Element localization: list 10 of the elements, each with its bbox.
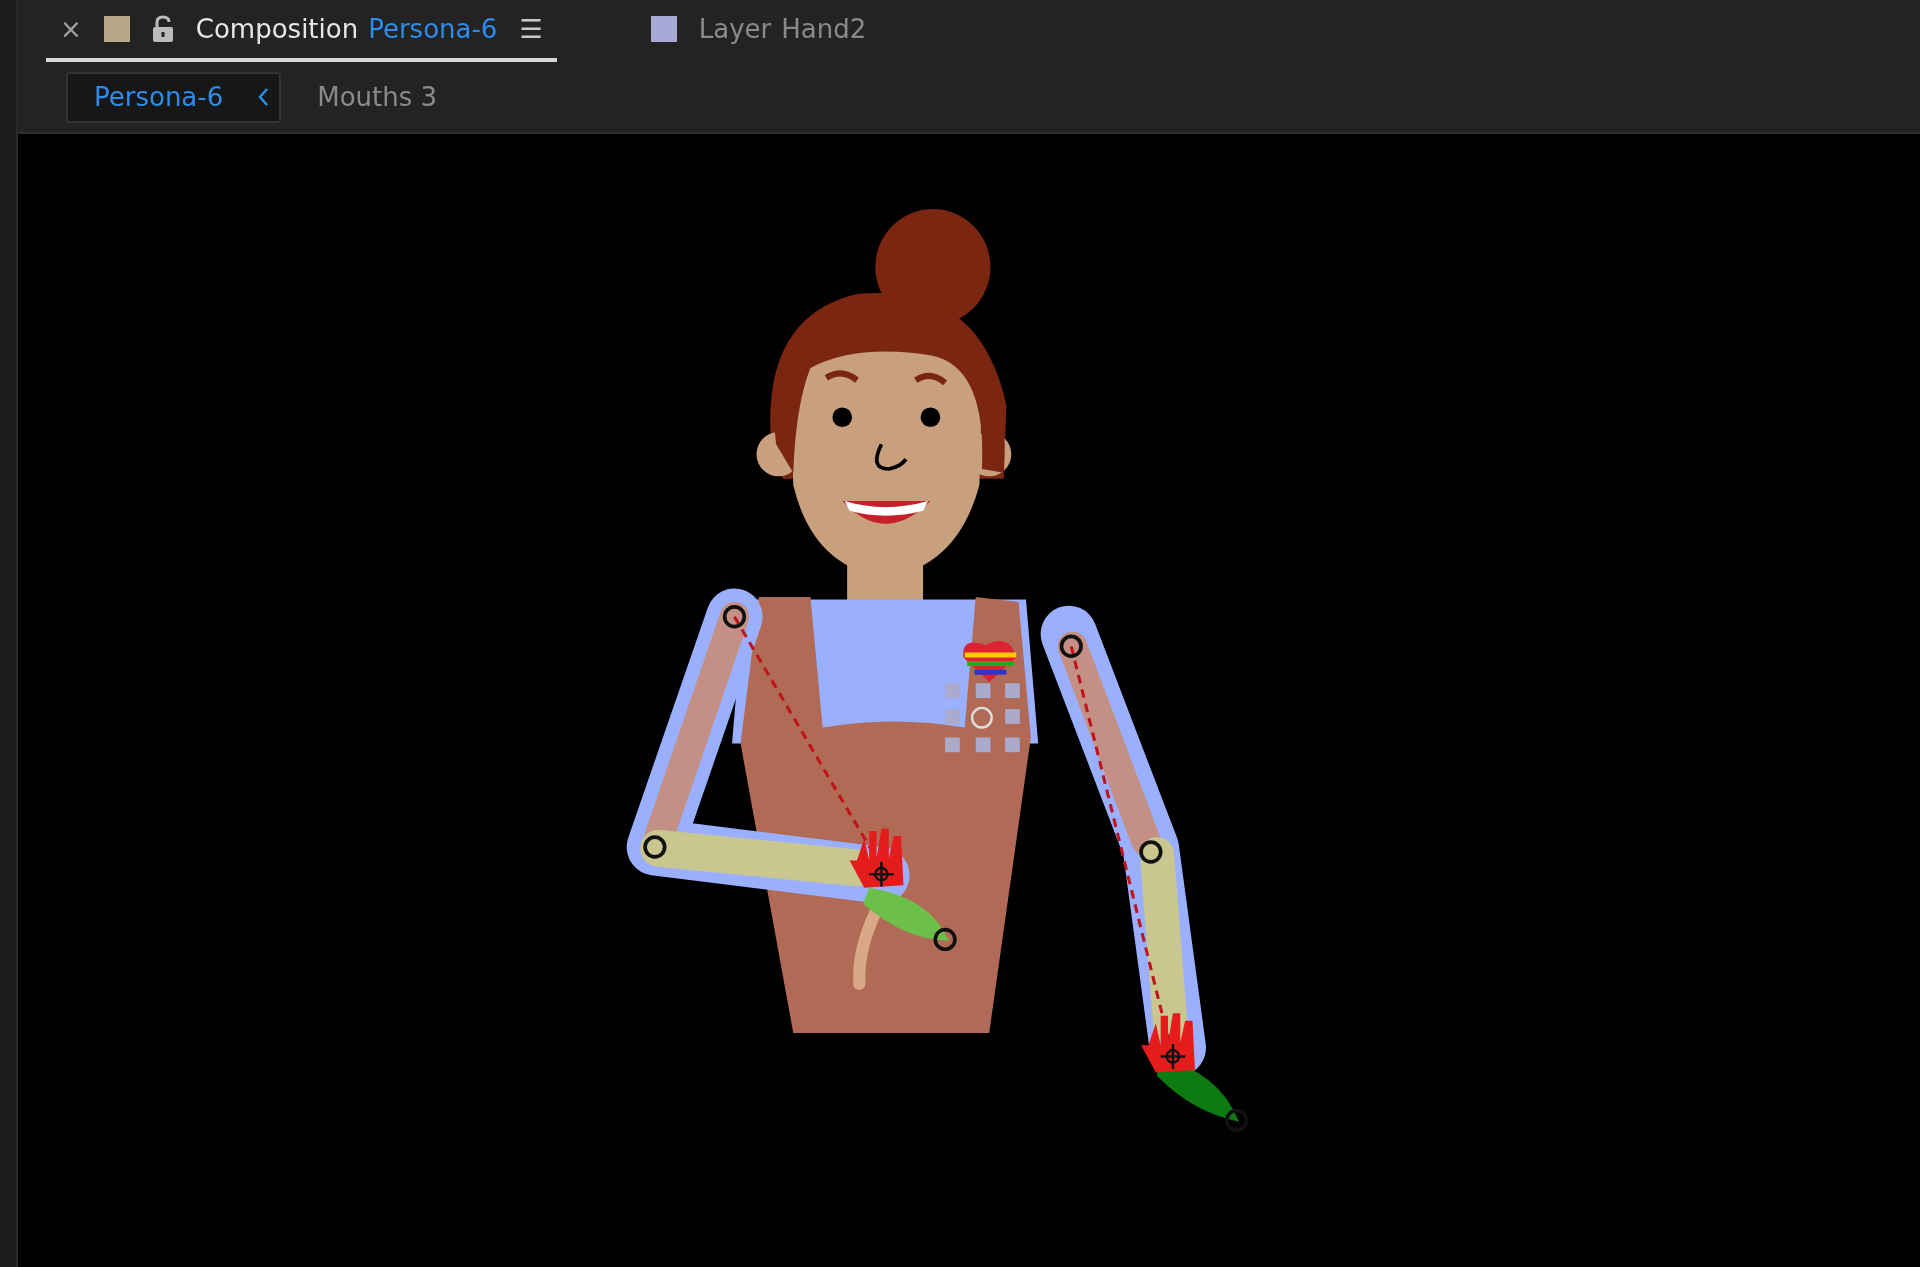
close-button[interactable]: × <box>60 16 82 42</box>
tab-title: Composition Persona-6 <box>195 12 498 46</box>
chevron-left-icon[interactable] <box>257 87 270 107</box>
panel-tab[interactable]: × Composition Persona-6 ☰ <box>46 0 557 62</box>
panel-tab[interactable]: Layer Hand2 <box>636 0 881 62</box>
padlock-icon[interactable] <box>151 15 174 43</box>
breadcrumb-tab[interactable]: Mouths 3 <box>307 73 448 121</box>
tab-title: Layer Hand2 <box>698 12 867 46</box>
breadcrumb-tab[interactable]: Persona-6 <box>66 71 282 123</box>
menu-button[interactable]: ☰ <box>519 16 543 42</box>
